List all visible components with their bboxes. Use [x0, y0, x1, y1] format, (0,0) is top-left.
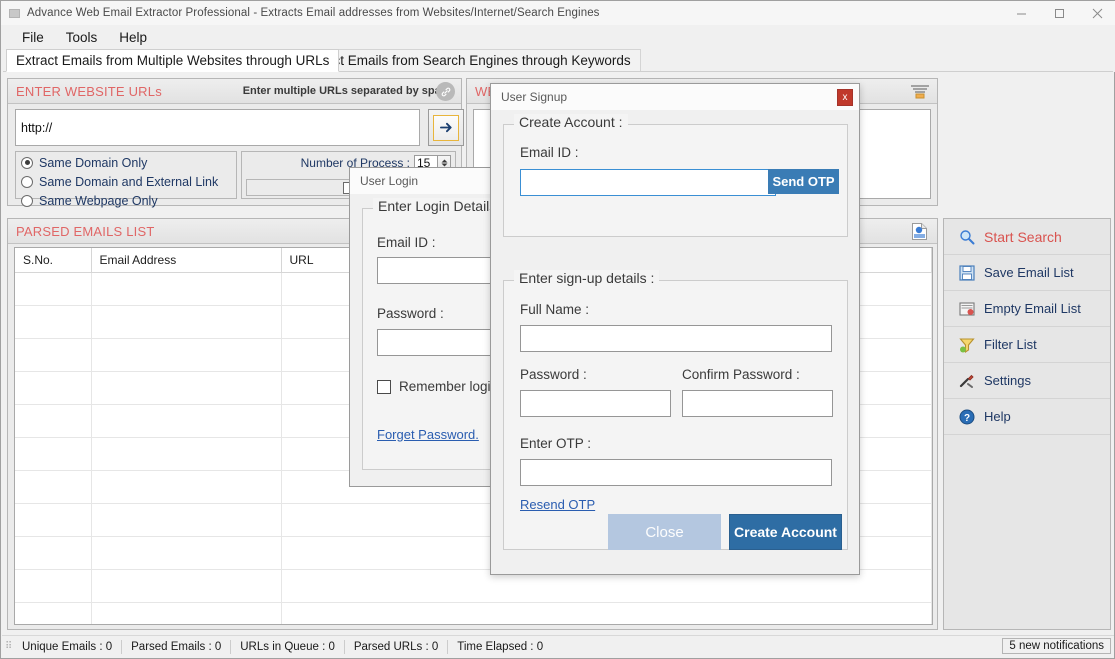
status-parsed-emails: Parsed Emails : 0 — [122, 639, 232, 654]
signup-details-legend: Enter sign-up details : — [514, 270, 660, 286]
signup-password-label: Password : — [520, 367, 587, 382]
radio-icon — [21, 194, 33, 207]
confirm-password-field[interactable] — [682, 390, 833, 417]
signup-password-input[interactable] — [521, 391, 670, 416]
title-bar: Advance Web Email Extractor Professional… — [1, 1, 1115, 25]
radio-same-domain-only[interactable]: Same Domain Only — [21, 155, 236, 170]
menu-item-help[interactable]: Help — [108, 28, 158, 47]
menu-item-file[interactable]: File — [11, 28, 55, 47]
radio-label: Same Webpage Only — [39, 193, 158, 208]
sidebar-item-label: Empty Email List — [984, 301, 1081, 316]
cart-icon[interactable] — [909, 82, 931, 101]
url-panel-title: ENTER WEBSITE URLs — [16, 83, 162, 99]
url-panel-hint: Enter multiple URLs separated by space — [242, 85, 453, 97]
radio-label: Same Domain and External Link — [39, 174, 219, 189]
close-icon[interactable] — [1078, 1, 1115, 25]
tab-strip: Extract Emails from Multiple Websites th… — [1, 49, 1115, 72]
radio-icon-selected — [21, 156, 33, 169]
sidebar-item-settings[interactable]: Settings — [944, 363, 1110, 399]
status-urls-in-queue: URLs in Queue : 0 — [231, 639, 345, 654]
window-controls — [1002, 1, 1115, 25]
notifications-badge[interactable]: 5 new notifications — [1002, 638, 1111, 654]
help-icon: ? — [958, 408, 976, 426]
signup-password-field[interactable] — [520, 390, 671, 417]
signup-email-label: Email ID : — [520, 145, 579, 160]
otp-label: Enter OTP : — [520, 436, 592, 451]
url-input-wrapper[interactable] — [15, 109, 420, 146]
url-panel-header: ENTER WEBSITE URLs Enter multiple URLs s… — [8, 79, 461, 104]
user-signup-dialog: User Signup x Create Account : Email ID … — [490, 83, 860, 575]
action-sidebar: Start Search Save Email List Empty Email… — [943, 218, 1111, 630]
table-row[interactable] — [15, 602, 932, 624]
sidebar-item-label: Filter List — [984, 337, 1037, 352]
window-title: Advance Web Email Extractor Professional… — [27, 7, 600, 19]
full-name-input[interactable] — [521, 326, 831, 351]
radio-same-webpage-only[interactable]: Same Webpage Only — [21, 193, 236, 208]
search-icon — [958, 228, 976, 246]
login-password-label: Password : — [377, 306, 444, 321]
otp-field[interactable] — [520, 459, 832, 486]
crawl-scope-options: Same Domain Only Same Domain and Externa… — [15, 151, 237, 208]
document-export-icon[interactable] — [910, 222, 929, 241]
tab-extract-from-urls[interactable]: Extract Emails from Multiple Websites th… — [6, 49, 340, 72]
app-icon — [9, 8, 20, 18]
menu-bar: File Tools Help — [1, 25, 1115, 49]
link-icon[interactable] — [436, 82, 455, 101]
parsed-panel-title: PARSED EMAILS LIST — [16, 223, 155, 239]
login-details-legend: Enter Login Details : — [373, 198, 510, 214]
sidebar-item-empty-email-list[interactable]: Empty Email List — [944, 291, 1110, 327]
resend-otp-link[interactable]: Resend OTP — [520, 497, 595, 512]
application-window: Advance Web Email Extractor Professional… — [0, 0, 1115, 659]
status-bar: ⠿ Unique Emails : 0 Parsed Emails : 0 UR… — [2, 635, 1114, 657]
column-header-sno[interactable]: S.No. — [15, 248, 92, 273]
signup-email-field[interactable] — [520, 169, 776, 196]
svg-text:?: ? — [964, 413, 970, 424]
create-account-button[interactable]: Create Account — [729, 514, 842, 550]
sidebar-item-label: Start Search — [984, 228, 1062, 245]
radio-icon — [21, 175, 33, 188]
sidebar-item-help[interactable]: ? Help — [944, 399, 1110, 435]
login-email-label: Email ID : — [377, 235, 436, 250]
sidebar-item-label: Help — [984, 409, 1011, 424]
sidebar-item-label: Save Email List — [984, 265, 1074, 280]
sidebar-item-filter-list[interactable]: Filter List — [944, 327, 1110, 363]
empty-list-icon — [958, 300, 976, 318]
status-unique-emails: Unique Emails : 0 — [13, 639, 123, 654]
send-otp-button[interactable]: Send OTP — [768, 169, 839, 194]
save-icon — [958, 264, 976, 282]
otp-input[interactable] — [521, 460, 831, 485]
sidebar-item-label: Settings — [984, 373, 1031, 388]
filter-icon — [958, 336, 976, 354]
status-parsed-urls: Parsed URLs : 0 — [345, 639, 449, 654]
radio-label: Same Domain Only — [39, 155, 148, 170]
tab-extract-from-search-engines[interactable]: Extract Emails from Search Engines throu… — [292, 49, 641, 72]
checkbox-icon[interactable] — [377, 379, 391, 394]
menu-item-tools[interactable]: Tools — [55, 28, 109, 47]
create-account-legend: Create Account : — [514, 114, 628, 130]
url-input[interactable] — [16, 110, 419, 145]
maximize-icon[interactable] — [1040, 1, 1078, 25]
resize-grip-icon: ⠿ — [5, 640, 13, 652]
minimize-icon[interactable] — [1002, 1, 1040, 25]
confirm-password-input[interactable] — [683, 391, 832, 416]
forget-password-link[interactable]: Forget Password. — [377, 427, 479, 442]
status-time-elapsed: Time Elapsed : 0 — [457, 640, 544, 653]
signup-details-fieldset: Enter sign-up details : Full Name : Pass… — [503, 270, 848, 550]
sidebar-item-start-search[interactable]: Start Search — [944, 219, 1110, 255]
full-name-label: Full Name : — [520, 302, 590, 317]
settings-icon — [958, 372, 976, 390]
close-button[interactable]: Close — [608, 514, 721, 550]
column-header-email-address[interactable]: Email Address — [91, 248, 282, 273]
close-icon[interactable]: x — [837, 88, 853, 106]
radio-same-domain-and-external[interactable]: Same Domain and External Link — [21, 174, 236, 189]
signup-email-input[interactable] — [521, 170, 775, 195]
go-button[interactable] — [428, 109, 464, 146]
signup-dialog-title: User Signup — [501, 90, 568, 104]
arrow-right-icon — [433, 114, 459, 141]
login-dialog-title: User Login — [360, 174, 419, 188]
sidebar-item-save-email-list[interactable]: Save Email List — [944, 255, 1110, 291]
signup-dialog-titlebar: User Signup x — [491, 84, 859, 110]
confirm-password-label: Confirm Password : — [682, 367, 800, 382]
full-name-field[interactable] — [520, 325, 832, 352]
